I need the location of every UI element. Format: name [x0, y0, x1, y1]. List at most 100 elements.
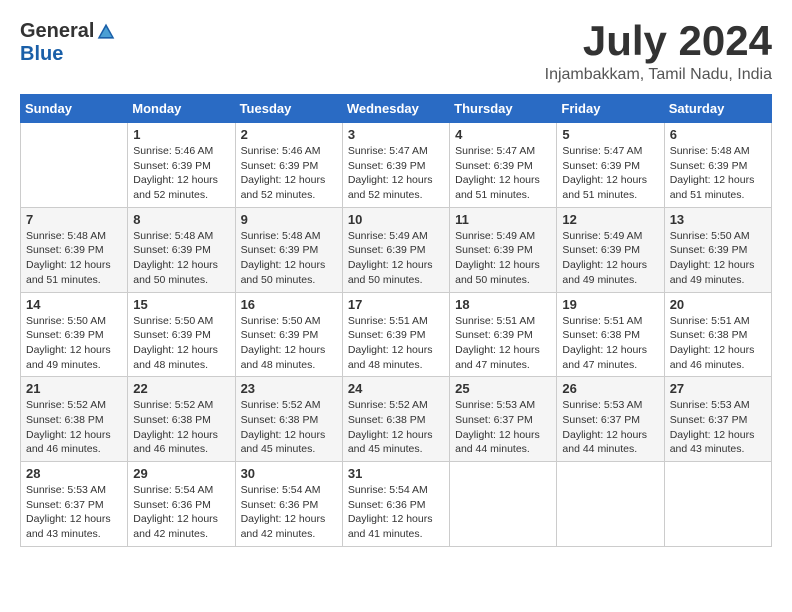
day-info: Sunrise: 5:48 AM Sunset: 6:39 PM Dayligh… [670, 144, 766, 203]
calendar-cell: 6 Sunrise: 5:48 AM Sunset: 6:39 PM Daylig… [664, 123, 771, 208]
logo-icon [96, 22, 116, 42]
col-header-sunday: Sunday [21, 95, 128, 123]
calendar-cell: 25 Sunrise: 5:53 AM Sunset: 6:37 PM Dayli… [450, 377, 557, 462]
calendar-cell: 29 Sunrise: 5:54 AM Sunset: 6:36 PM Dayli… [128, 462, 235, 547]
day-number: 7 [26, 212, 122, 227]
day-info: Sunrise: 5:53 AM Sunset: 6:37 PM Dayligh… [455, 398, 551, 457]
day-info: Sunrise: 5:51 AM Sunset: 6:38 PM Dayligh… [670, 314, 766, 373]
day-number: 3 [348, 127, 444, 142]
calendar-cell: 17 Sunrise: 5:51 AM Sunset: 6:39 PM Dayli… [342, 292, 449, 377]
location-subtitle: Injambakkam, Tamil Nadu, India [545, 66, 772, 84]
calendar-cell: 20Sunrise: 5:51 AM Sunset: 6:38 PM Dayli… [664, 292, 771, 377]
calendar-cell: 7 Sunrise: 5:48 AM Sunset: 6:39 PM Daylig… [21, 207, 128, 292]
calendar-cell: 12Sunrise: 5:49 AM Sunset: 6:39 PM Dayli… [557, 207, 664, 292]
day-info: Sunrise: 5:53 AM Sunset: 6:37 PM Dayligh… [562, 398, 658, 457]
day-info: Sunrise: 5:48 AM Sunset: 6:39 PM Dayligh… [241, 229, 337, 288]
calendar-cell: 19 Sunrise: 5:51 AM Sunset: 6:38 PM Dayli… [557, 292, 664, 377]
day-info: Sunrise: 5:53 AM Sunset: 6:37 PM Dayligh… [670, 398, 766, 457]
calendar-cell: 24 Sunrise: 5:52 AM Sunset: 6:38 PM Dayli… [342, 377, 449, 462]
day-info: Sunrise: 5:46 AM Sunset: 6:39 PM Dayligh… [133, 144, 229, 203]
day-number: 22 [133, 381, 229, 396]
day-number: 24 [348, 381, 444, 396]
calendar-cell: 15 Sunrise: 5:50 AM Sunset: 6:39 PM Dayli… [128, 292, 235, 377]
day-info: Sunrise: 5:50 AM Sunset: 6:39 PM Dayligh… [26, 314, 122, 373]
day-number: 26 [562, 381, 658, 396]
day-number: 4 [455, 127, 551, 142]
day-number: 6 [670, 127, 766, 142]
day-number: 21 [26, 381, 122, 396]
day-number: 19 [562, 297, 658, 312]
page-header: General Blue July 2024 Injambakkam, Tami… [20, 20, 772, 84]
day-info: Sunrise: 5:54 AM Sunset: 6:36 PM Dayligh… [348, 483, 444, 542]
calendar-cell: 22 Sunrise: 5:52 AM Sunset: 6:38 PM Dayli… [128, 377, 235, 462]
day-info: Sunrise: 5:49 AM Sunset: 6:39 PM Dayligh… [455, 229, 551, 288]
day-number: 15 [133, 297, 229, 312]
day-info: Sunrise: 5:50 AM Sunset: 6:39 PM Dayligh… [133, 314, 229, 373]
day-number: 18 [455, 297, 551, 312]
day-number: 8 [133, 212, 229, 227]
calendar-cell: 16 Sunrise: 5:50 AM Sunset: 6:39 PM Dayli… [235, 292, 342, 377]
logo-blue-text: Blue [20, 43, 63, 66]
day-number: 5 [562, 127, 658, 142]
day-number: 29 [133, 466, 229, 481]
day-info: Sunrise: 5:50 AM Sunset: 6:39 PM Dayligh… [670, 229, 766, 288]
calendar-cell: 5 Sunrise: 5:47 AM Sunset: 6:39 PM Daylig… [557, 123, 664, 208]
calendar-cell [450, 462, 557, 547]
calendar-cell: 31 Sunrise: 5:54 AM Sunset: 6:36 PM Dayli… [342, 462, 449, 547]
week-row-3: 14 Sunrise: 5:50 AM Sunset: 6:39 PM Dayli… [21, 292, 772, 377]
day-number: 14 [26, 297, 122, 312]
logo-general-text: General [20, 20, 94, 43]
day-info: Sunrise: 5:53 AM Sunset: 6:37 PM Dayligh… [26, 483, 122, 542]
calendar-cell: 10Sunrise: 5:49 AM Sunset: 6:39 PM Dayli… [342, 207, 449, 292]
day-info: Sunrise: 5:46 AM Sunset: 6:39 PM Dayligh… [241, 144, 337, 203]
day-info: Sunrise: 5:48 AM Sunset: 6:39 PM Dayligh… [26, 229, 122, 288]
month-year-title: July 2024 [545, 20, 772, 62]
day-info: Sunrise: 5:50 AM Sunset: 6:39 PM Dayligh… [241, 314, 337, 373]
calendar-cell: 3 Sunrise: 5:47 AM Sunset: 6:39 PM Daylig… [342, 123, 449, 208]
day-number: 9 [241, 212, 337, 227]
calendar-cell: 30 Sunrise: 5:54 AM Sunset: 6:36 PM Dayli… [235, 462, 342, 547]
day-info: Sunrise: 5:51 AM Sunset: 6:39 PM Dayligh… [455, 314, 551, 373]
day-number: 1 [133, 127, 229, 142]
day-number: 31 [348, 466, 444, 481]
day-info: Sunrise: 5:47 AM Sunset: 6:39 PM Dayligh… [562, 144, 658, 203]
day-number: 17 [348, 297, 444, 312]
day-number: 27 [670, 381, 766, 396]
col-header-saturday: Saturday [664, 95, 771, 123]
day-info: Sunrise: 5:51 AM Sunset: 6:38 PM Dayligh… [562, 314, 658, 373]
day-number: 25 [455, 381, 551, 396]
title-block: July 2024 Injambakkam, Tamil Nadu, India [545, 20, 772, 84]
week-row-2: 7 Sunrise: 5:48 AM Sunset: 6:39 PM Daylig… [21, 207, 772, 292]
day-info: Sunrise: 5:48 AM Sunset: 6:39 PM Dayligh… [133, 229, 229, 288]
day-number: 30 [241, 466, 337, 481]
day-number: 28 [26, 466, 122, 481]
day-info: Sunrise: 5:47 AM Sunset: 6:39 PM Dayligh… [348, 144, 444, 203]
calendar-cell: 21Sunrise: 5:52 AM Sunset: 6:38 PM Dayli… [21, 377, 128, 462]
calendar-cell: 28 Sunrise: 5:53 AM Sunset: 6:37 PM Dayli… [21, 462, 128, 547]
calendar-table: SundayMondayTuesdayWednesdayThursdayFrid… [20, 94, 772, 547]
day-info: Sunrise: 5:49 AM Sunset: 6:39 PM Dayligh… [562, 229, 658, 288]
calendar-cell: 23Sunrise: 5:52 AM Sunset: 6:38 PM Dayli… [235, 377, 342, 462]
day-info: Sunrise: 5:54 AM Sunset: 6:36 PM Dayligh… [241, 483, 337, 542]
day-number: 11 [455, 212, 551, 227]
day-number: 16 [241, 297, 337, 312]
calendar-cell [664, 462, 771, 547]
day-number: 2 [241, 127, 337, 142]
day-number: 13 [670, 212, 766, 227]
day-number: 23 [241, 381, 337, 396]
calendar-cell: 14 Sunrise: 5:50 AM Sunset: 6:39 PM Dayli… [21, 292, 128, 377]
col-header-tuesday: Tuesday [235, 95, 342, 123]
day-info: Sunrise: 5:54 AM Sunset: 6:36 PM Dayligh… [133, 483, 229, 542]
calendar-header-row: SundayMondayTuesdayWednesdayThursdayFrid… [21, 95, 772, 123]
day-info: Sunrise: 5:52 AM Sunset: 6:38 PM Dayligh… [133, 398, 229, 457]
calendar-cell: 8 Sunrise: 5:48 AM Sunset: 6:39 PM Daylig… [128, 207, 235, 292]
day-info: Sunrise: 5:49 AM Sunset: 6:39 PM Dayligh… [348, 229, 444, 288]
day-info: Sunrise: 5:51 AM Sunset: 6:39 PM Dayligh… [348, 314, 444, 373]
week-row-4: 21 Sunrise: 5:52 AM Sunset: 6:38 PM Dayli… [21, 377, 772, 462]
calendar-cell: 2 Sunrise: 5:46 AM Sunset: 6:39 PM Daylig… [235, 123, 342, 208]
day-info: Sunrise: 5:52 AM Sunset: 6:38 PM Dayligh… [348, 398, 444, 457]
day-info: Sunrise: 5:47 AM Sunset: 6:39 PM Dayligh… [455, 144, 551, 203]
col-header-wednesday: Wednesday [342, 95, 449, 123]
week-row-1: 1 Sunrise: 5:46 AM Sunset: 6:39 PM Daylig… [21, 123, 772, 208]
calendar-cell: 4 Sunrise: 5:47 AM Sunset: 6:39 PM Daylig… [450, 123, 557, 208]
